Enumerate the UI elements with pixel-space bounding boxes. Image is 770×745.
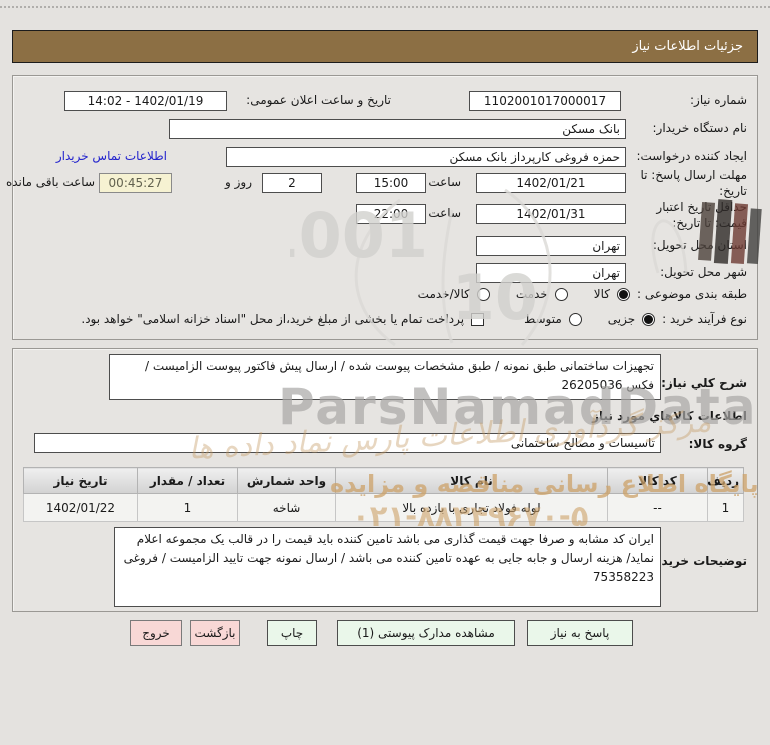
page-title: جزئیات اطلاعات نیاز — [632, 39, 743, 54]
need-number-field[interactable]: 1102001017000017 — [469, 91, 621, 111]
radio-service-label: خدمت — [515, 287, 548, 301]
radio-medium-label: متوسط — [524, 312, 562, 326]
remaining-days-field[interactable]: 2 — [262, 173, 322, 193]
request-creator-field[interactable]: حمزه فروغی کارپرداز بانک مسکن — [226, 147, 626, 167]
price-validity-label: حداقل تاریخ اعتبار قیمت: تا تاریخ: — [656, 200, 747, 230]
reply-hour-label: ساعت — [428, 175, 461, 189]
cell-need-date: 1402/01/22 — [23, 493, 138, 522]
goods-table-row: 1 -- لوله فولاد تجاری با بازده بالا شاخه… — [23, 493, 744, 522]
col-need-date: تاریخ نیاز — [23, 467, 138, 494]
need-info-panel: شماره نیاز: 1102001017000017 تاریخ و ساع… — [6, 75, 758, 340]
radio-goods[interactable] — [617, 287, 630, 301]
buyer-notes-box[interactable]: ایران کد مشابه و صرفا جهت قیمت گذاری می … — [114, 527, 661, 607]
print-button[interactable]: چاپ — [267, 620, 317, 646]
radio-medium[interactable] — [568, 312, 582, 326]
view-attached-docs-button[interactable]: مشاهده مدارک پیوستی (1) — [337, 620, 515, 646]
classification-label: طبقه بندی موضوعی : — [637, 287, 747, 301]
col-goods-code: کد کالا — [607, 467, 708, 494]
need-number-label: شماره نیاز: — [690, 93, 747, 107]
radio-goods-service-label: کالا/خدمت — [417, 287, 470, 301]
cell-goods-code: -- — [607, 493, 708, 522]
cell-row-number: 1 — [707, 493, 744, 522]
reply-to-need-button[interactable]: پاسخ به نیاز — [527, 620, 633, 646]
buyer-org-field[interactable]: بانک مسکن — [169, 119, 626, 139]
province-label: استان محل تحویل: — [652, 238, 747, 252]
buyer-org-label: نام دستگاه خریدار: — [652, 121, 748, 135]
page-title-bar: جزئیات اطلاعات نیاز — [12, 30, 758, 63]
description-label: شرح کلي نیاز: — [661, 376, 747, 390]
description-box[interactable]: تجهیزات ساختمانی طبق نمونه / طبق مشخصات … — [109, 354, 661, 400]
price-validity-date-field[interactable]: 1402/01/31 — [476, 204, 626, 224]
goods-table: ردیف کد کالا نام کالا واحد شمارش تعداد /… — [23, 467, 744, 522]
col-unit: واحد شمارش — [237, 467, 336, 494]
countdown-timer: 00:45:27 — [99, 173, 172, 193]
process-type-row: نوع فرآیند خرید : جزیی متوسط پرداخت تمام… — [81, 312, 747, 326]
goods-table-header-row: ردیف کد کالا نام کالا واحد شمارش تعداد /… — [23, 467, 744, 494]
col-goods-name: نام کالا — [335, 467, 608, 494]
cell-unit: شاخه — [237, 493, 336, 522]
radio-goods-label: کالا — [593, 287, 610, 301]
need-details-page: جزئیات اطلاعات نیاز شماره نیاز: 11020010… — [0, 0, 770, 745]
goods-group-label: گروه کالا: — [688, 437, 747, 451]
col-quantity: تعداد / مقدار — [137, 467, 238, 494]
reply-time-field[interactable]: 15:00 — [356, 173, 426, 193]
hours-remaining-label: ساعت باقی مانده — [5, 175, 95, 189]
city-label: شهر محل تحویل: — [660, 265, 747, 279]
radio-goods-service[interactable] — [476, 287, 490, 301]
treasury-checkbox[interactable] — [471, 312, 485, 326]
city-field[interactable]: تهران — [476, 263, 626, 283]
cell-quantity: 1 — [137, 493, 238, 522]
treasury-checkbox-label: پرداخت تمام یا بخشی از مبلغ خرید،از محل … — [81, 312, 465, 326]
col-row-number: ردیف — [707, 467, 744, 494]
days-and-label: روز و — [225, 175, 252, 189]
announce-datetime-field[interactable]: 1402/01/19 - 14:02 — [64, 91, 227, 111]
province-field[interactable]: تهران — [476, 236, 626, 256]
reply-deadline-label: مهلت ارسال پاسخ: تا تاریخ: — [640, 168, 747, 198]
need-description-panel: شرح کلي نیاز: تجهیزات ساختمانی طبق نمونه… — [12, 348, 758, 612]
radio-service[interactable] — [554, 287, 568, 301]
validity-hour-label: ساعت — [428, 206, 461, 220]
announce-datetime-label: تاریخ و ساعت اعلان عمومی: — [246, 93, 391, 107]
back-button[interactable]: بازگشت — [190, 620, 240, 646]
classification-row: طبقه بندی موضوعی : کالا خدمت کالا/خدمت — [418, 287, 747, 301]
price-validity-time-field[interactable]: 22:00 — [356, 204, 426, 224]
process-type-label: نوع فرآیند خرید : — [662, 312, 747, 326]
request-creator-label: ایجاد کننده درخواست: — [636, 149, 747, 163]
goods-section-title: اطلاعات کالاهاي مورد نیاز — [592, 409, 747, 423]
radio-partial-label: جزیی — [607, 312, 636, 326]
cell-goods-name: لوله فولاد تجاری با بازده بالا — [335, 493, 608, 522]
radio-partial[interactable] — [642, 312, 656, 326]
top-divider — [0, 6, 770, 8]
buyer-contact-link[interactable]: اطلاعات تماس خریدار — [56, 149, 167, 163]
exit-button[interactable]: خروج — [130, 620, 182, 646]
goods-group-field[interactable]: تاسیسات و مصالح ساختمانی — [34, 433, 661, 453]
reply-deadline-date-field[interactable]: 1402/01/21 — [476, 173, 626, 193]
